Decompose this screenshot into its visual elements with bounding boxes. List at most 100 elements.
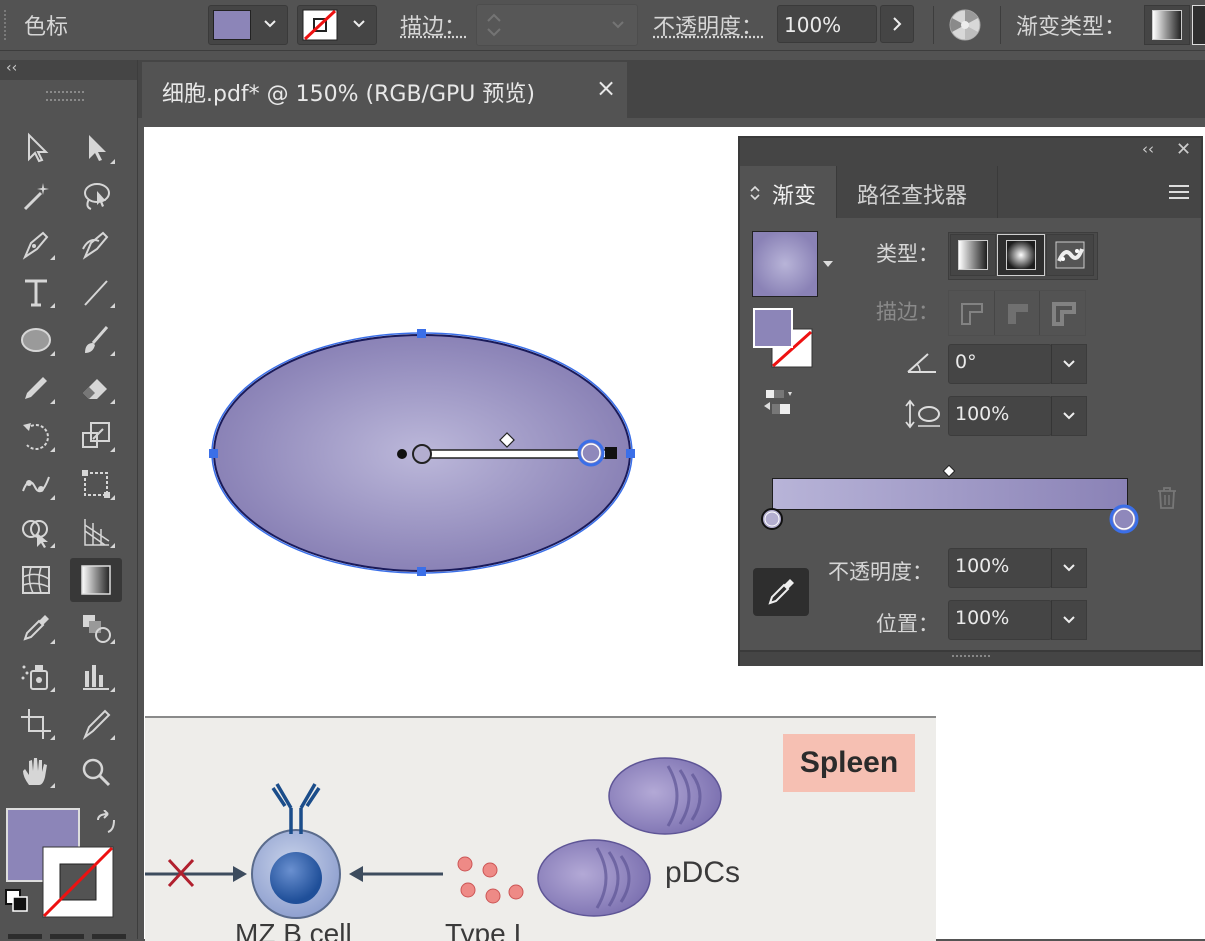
selection-tool[interactable] — [14, 128, 58, 168]
freeform-type-button[interactable] — [1046, 234, 1094, 276]
stroke-along-button[interactable] — [995, 291, 1041, 335]
opacity-label[interactable]: 不透明度： — [653, 9, 763, 41]
gradient-stop-end[interactable] — [1108, 503, 1140, 535]
anchor-handle-bottom[interactable] — [417, 567, 426, 576]
stroke-across-button[interactable] — [1040, 291, 1085, 335]
freeform-gradient-icon — [1055, 241, 1085, 269]
placed-figure[interactable]: Spleen pDCs MZ B cell Type I — [145, 716, 936, 941]
gradient-icon — [81, 565, 111, 595]
gradient-start-stop[interactable] — [412, 444, 432, 464]
ellipse-tool[interactable] — [14, 320, 58, 360]
collapse-tools-button[interactable]: ‹‹ — [6, 60, 17, 76]
gradient-slider[interactable] — [772, 478, 1128, 510]
stop-location-input[interactable]: 100% — [948, 600, 1052, 640]
aspect-ratio-icon — [905, 399, 940, 429]
opacity-input[interactable]: 100% — [777, 5, 877, 43]
close-panel-button[interactable]: ✕ — [1176, 139, 1191, 160]
stroke-none-box[interactable] — [42, 846, 114, 918]
pen-tool[interactable] — [14, 224, 58, 264]
none-mode-button[interactable] — [92, 934, 126, 939]
stop-opacity-input[interactable]: 100% — [948, 548, 1052, 588]
opacity-slider-button[interactable] — [880, 5, 914, 43]
tab-pathfinder[interactable]: 路径查找器 — [836, 166, 998, 218]
stop-opacity-dropdown[interactable] — [1051, 548, 1087, 588]
line-segment-tool[interactable] — [74, 272, 118, 312]
gradient-panel: ‹‹ ✕ 渐变 路径查找器 类型： 描边： 0° 100% 不透明度： 100%… — [738, 136, 1203, 666]
scale-tool[interactable] — [74, 416, 118, 456]
eyedropper-tool[interactable] — [14, 608, 58, 648]
angle-input[interactable]: 0° — [948, 344, 1052, 384]
gradient-tool[interactable] — [70, 558, 122, 602]
anchor-handle-right[interactable] — [626, 449, 635, 458]
gradient-origin-handle[interactable] — [397, 449, 407, 459]
artboard-tool[interactable] — [14, 704, 58, 744]
paintbrush-tool[interactable] — [74, 320, 118, 360]
curvature-tool[interactable] — [74, 224, 118, 264]
aspect-ratio-dropdown[interactable] — [1051, 396, 1087, 436]
swap-fill-stroke-icon[interactable] — [94, 810, 120, 836]
aspect-ratio-input[interactable]: 100% — [948, 396, 1052, 436]
panel-footer — [740, 650, 1201, 666]
shape-builder-tool[interactable] — [14, 512, 58, 552]
trash-icon[interactable] — [1156, 486, 1178, 510]
shape-builder-icon — [22, 520, 48, 548]
blend-tool[interactable] — [74, 608, 118, 648]
artwork-layer[interactable] — [144, 127, 744, 597]
mesh-tool[interactable] — [14, 560, 58, 600]
radial-gradient-button[interactable] — [1192, 5, 1205, 45]
gradient-preview-swatch[interactable] — [752, 231, 818, 297]
stroke-within-button[interactable] — [949, 291, 995, 335]
stroke-weight-field[interactable] — [476, 4, 638, 46]
direct-selection-tool[interactable] — [74, 128, 118, 168]
stop-opacity-label: 不透明度： — [828, 560, 933, 584]
stroke-gradient-group[interactable] — [948, 290, 1086, 336]
midpoint-diamond-icon[interactable] — [942, 464, 956, 478]
rotate-tool[interactable] — [14, 416, 58, 456]
tab-gradient[interactable]: 渐变 — [740, 166, 836, 218]
fill-color-button[interactable] — [208, 5, 288, 45]
slice-tool[interactable] — [74, 704, 118, 744]
default-fill-stroke-icon[interactable] — [4, 888, 30, 914]
stroke-label[interactable]: 描边： — [400, 9, 466, 41]
panel-menu-icon[interactable] — [1168, 183, 1190, 201]
stroke-color-button[interactable] — [297, 5, 377, 45]
angle-dropdown[interactable] — [1051, 344, 1087, 384]
column-graph-tool[interactable] — [74, 656, 118, 696]
eraser-icon — [83, 379, 107, 399]
puppet-warp-tool[interactable] — [14, 464, 58, 504]
reverse-gradient-icon[interactable] — [760, 388, 796, 418]
stop-location-dropdown[interactable] — [1051, 600, 1087, 640]
toolbar-grip[interactable] — [46, 91, 84, 101]
chevron-down-icon — [612, 21, 624, 29]
radial-type-button[interactable] — [997, 234, 1045, 276]
symbol-sprayer-tool[interactable] — [14, 656, 58, 696]
perspective-grid-tool[interactable] — [74, 512, 118, 552]
chevron-down-icon — [264, 20, 276, 28]
gradient-stop-start[interactable] — [760, 507, 784, 531]
hand-tool[interactable] — [14, 752, 58, 792]
gradient-mode-button[interactable] — [50, 934, 84, 939]
preset-dropdown-icon[interactable] — [822, 260, 834, 268]
panel-header[interactable]: ‹‹ ✕ — [740, 138, 1201, 164]
zoom-tool[interactable] — [74, 752, 118, 792]
eraser-tool[interactable] — [74, 368, 118, 408]
color-mode-button[interactable] — [8, 934, 42, 939]
lasso-tool[interactable] — [74, 176, 118, 216]
eyedropper-button[interactable] — [753, 568, 809, 616]
collapse-panel-button[interactable]: ‹‹ — [1142, 140, 1154, 158]
document-tab[interactable]: 细胞.pdf* @ 150% (RGB/GPU 预览) × — [142, 62, 627, 118]
close-tab-icon[interactable]: × — [596, 74, 616, 102]
anchor-handle-left[interactable] — [209, 449, 218, 458]
linear-type-button[interactable] — [950, 234, 996, 276]
panel-resize-grip[interactable] — [952, 655, 990, 661]
linear-gradient-button[interactable] — [1144, 5, 1190, 45]
anchor-handle-top[interactable] — [417, 329, 426, 338]
type-tool[interactable] — [14, 272, 58, 312]
recolor-artwork-icon[interactable] — [948, 8, 982, 42]
free-transform-tool[interactable] — [74, 464, 118, 504]
magic-wand-tool[interactable] — [14, 176, 58, 216]
gradient-radius-handle[interactable] — [605, 447, 617, 459]
pencil-tool[interactable] — [14, 368, 58, 408]
panel-options-toggle-icon[interactable] — [750, 184, 760, 202]
bar-grip[interactable] — [4, 10, 8, 40]
